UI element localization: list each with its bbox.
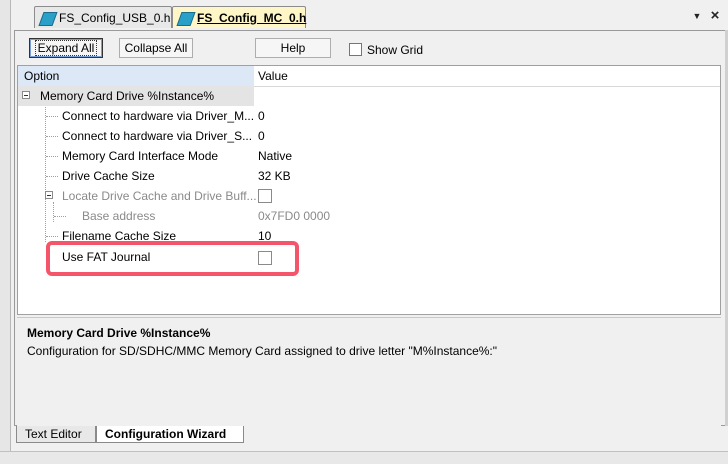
tree-row[interactable]: Connect to hardware via Driver_M... 0 bbox=[18, 106, 720, 126]
close-icon[interactable]: × bbox=[708, 8, 722, 23]
expand-all-button[interactable]: Expand All bbox=[29, 38, 103, 58]
description-title: Memory Card Drive %Instance% bbox=[27, 326, 211, 340]
configuration-wizard-panel: Expand All Collapse All Help Show Grid O… bbox=[14, 30, 726, 426]
show-grid-checkbox[interactable] bbox=[349, 43, 362, 56]
expand-all-label: Expand All bbox=[34, 40, 98, 56]
tree-connector bbox=[46, 116, 58, 117]
tree-connector bbox=[46, 176, 58, 177]
tree-row[interactable]: Drive Cache Size 32 KB bbox=[18, 166, 720, 186]
tab-label: FS_Config_USB_0.h bbox=[59, 11, 171, 25]
option-label: Locate Drive Cache and Drive Buff... bbox=[62, 189, 257, 203]
option-value[interactable]: 0 bbox=[258, 126, 265, 146]
file-icon bbox=[38, 12, 58, 26]
column-header-option[interactable]: Option bbox=[18, 66, 254, 86]
chevron-down-icon[interactable]: ▼ bbox=[690, 9, 704, 23]
show-grid-label: Show Grid bbox=[367, 43, 424, 57]
description-text: Configuration for SD/SDHC/MMC Memory Car… bbox=[27, 344, 498, 358]
left-edge bbox=[0, 0, 11, 463]
bottom-view-tabs: Text Editor Configuration Wizard bbox=[14, 426, 728, 444]
collapse-toggle-icon[interactable] bbox=[22, 91, 30, 99]
tree-row[interactable]: Base address 0x7FD0 0000 bbox=[18, 206, 720, 226]
tab-fs-config-usb[interactable]: FS_Config_USB_0.h bbox=[34, 6, 172, 28]
group-label: Memory Card Drive %Instance% bbox=[40, 89, 215, 103]
option-value[interactable]: 0 bbox=[258, 106, 265, 126]
option-value[interactable]: 32 KB bbox=[258, 166, 291, 186]
use-fat-journal-checkbox[interactable] bbox=[258, 251, 272, 265]
tree-row[interactable]: Memory Card Interface Mode Native bbox=[18, 146, 720, 166]
editor-tab-strip: FS_Config_USB_0.h FS_Config_MC_0.h ▼ × bbox=[0, 0, 728, 463]
collapse-toggle-icon[interactable] bbox=[45, 191, 53, 199]
description-pane: Memory Card Drive %Instance% Configurati… bbox=[17, 317, 721, 426]
tree-row[interactable]: Connect to hardware via Driver_S... 0 bbox=[18, 126, 720, 146]
wizard-toolbar: Expand All Collapse All Help Show Grid bbox=[15, 31, 725, 65]
status-bar bbox=[0, 451, 728, 464]
option-label: Drive Cache Size bbox=[62, 169, 155, 183]
help-button[interactable]: Help bbox=[255, 38, 331, 58]
tab-fs-config-mc[interactable]: FS_Config_MC_0.h bbox=[172, 6, 306, 28]
option-value[interactable]: Native bbox=[258, 146, 292, 166]
option-label: Connect to hardware via Driver_S... bbox=[62, 129, 253, 143]
locate-drive-cache-checkbox[interactable] bbox=[258, 189, 272, 203]
tab-label: FS_Config_MC_0.h bbox=[197, 11, 307, 25]
option-label: Connect to hardware via Driver_M... bbox=[62, 109, 255, 123]
grid-header: Option Value bbox=[18, 66, 720, 87]
option-label: Base address bbox=[82, 209, 156, 223]
use-fat-journal-label: Use FAT Journal bbox=[62, 250, 151, 264]
tree-connector bbox=[46, 236, 58, 237]
option-value[interactable]: 0x7FD0 0000 bbox=[258, 206, 330, 226]
tab-configuration-wizard[interactable]: Configuration Wizard bbox=[96, 426, 244, 443]
collapse-all-button[interactable]: Collapse All bbox=[119, 38, 193, 58]
tab-text-editor[interactable]: Text Editor bbox=[16, 426, 96, 443]
tree-row-group[interactable]: Memory Card Drive %Instance% bbox=[18, 86, 254, 106]
options-grid: Option Value Memory Card Drive %Instance… bbox=[17, 65, 721, 315]
tree-row[interactable]: Locate Drive Cache and Drive Buff... bbox=[18, 186, 720, 206]
tree-connector bbox=[54, 216, 66, 217]
column-header-value[interactable]: Value bbox=[254, 66, 288, 86]
tree-connector bbox=[46, 156, 58, 157]
tree-connector bbox=[46, 136, 58, 137]
highlight-box: Use FAT Journal bbox=[46, 241, 299, 276]
file-icon bbox=[176, 12, 196, 26]
option-label: Memory Card Interface Mode bbox=[62, 149, 219, 163]
